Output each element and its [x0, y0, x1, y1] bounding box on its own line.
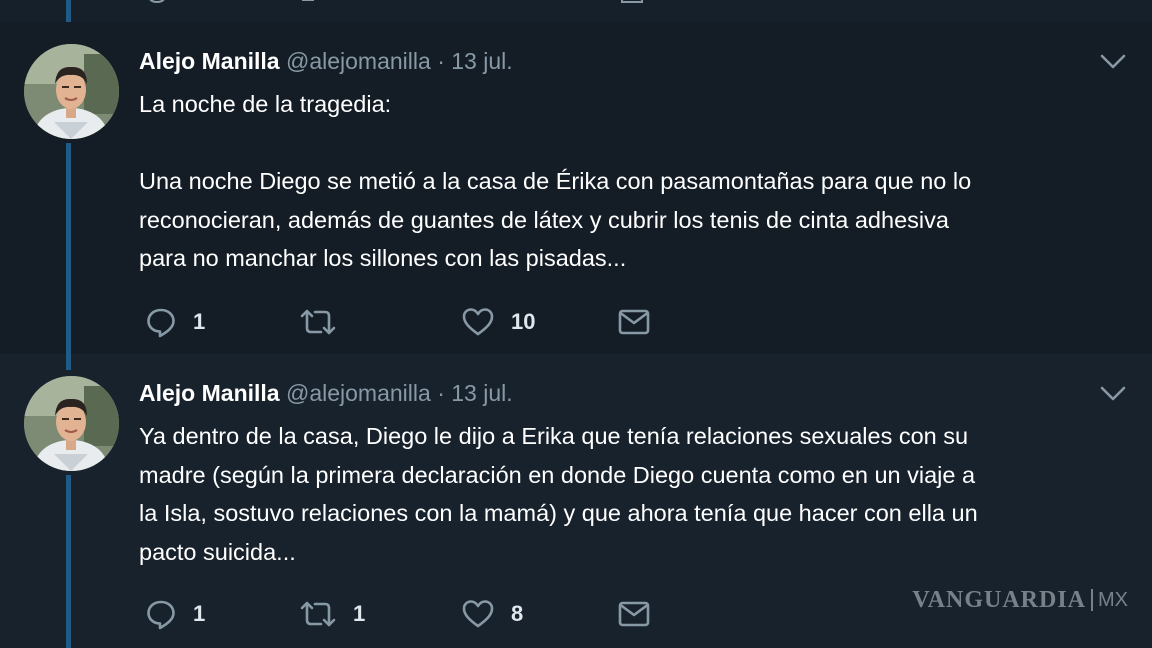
like-count: 8	[511, 601, 524, 626]
tweet-text-line: para no manchar los sillones con las pis…	[139, 245, 627, 271]
avatar[interactable]	[24, 44, 119, 139]
chevron-down-icon[interactable]	[1098, 50, 1128, 72]
reply-count: 1	[193, 309, 206, 334]
reply-icon	[147, 308, 175, 338]
tweet-text: Ya dentro de la casa, Diego le dijo a Er…	[139, 417, 1129, 571]
chevron-down-icon[interactable]	[1098, 382, 1128, 404]
twitter-thread-screenshot: Alejo Manilla @alejomanilla · 13 jul. La…	[0, 0, 1152, 648]
author-handle[interactable]: @alejomanilla	[286, 48, 431, 74]
tweet-text-line: madre (según la primera declaración en d…	[139, 461, 976, 488]
retweet-button[interactable]: 1	[299, 594, 365, 634]
reply-icon[interactable]	[145, 0, 169, 6]
direct-message-icon	[618, 601, 650, 627]
reply-icon	[147, 600, 175, 630]
separator-dot: ·	[437, 48, 445, 74]
avatar[interactable]	[24, 376, 119, 471]
retweet-count: 1	[353, 601, 366, 626]
tweet-2[interactable]: Alejo Manilla @alejomanilla · 13 jul. Ya…	[0, 354, 1152, 648]
like-button[interactable]: 10	[461, 302, 535, 342]
author-name[interactable]: Alejo Manilla	[139, 380, 280, 406]
direct-message-icon[interactable]	[620, 0, 644, 6]
watermark-brand: VANGUARDIA	[912, 586, 1086, 613]
thread-connector-line	[66, 475, 71, 648]
tweet-1[interactable]: Alejo Manilla @alejomanilla · 13 jul. La…	[0, 22, 1152, 354]
direct-message-icon	[618, 309, 650, 335]
heart-icon[interactable]	[462, 0, 486, 6]
retweet-icon[interactable]	[300, 0, 324, 6]
profile-photo	[24, 376, 119, 471]
tweet-text-line: la Isla, sostuvo relaciones con la mamá)…	[139, 500, 978, 526]
separator-dot: ·	[437, 380, 445, 406]
tweet-actions: 1 1 8	[139, 594, 679, 634]
thread-connector-line	[66, 143, 71, 370]
heart-icon	[462, 600, 494, 628]
retweet-icon	[300, 309, 336, 335]
watermark-divider	[1091, 589, 1093, 611]
direct-message-button[interactable]	[617, 302, 651, 342]
tweet-text-line: La noche de la tragedia:	[139, 91, 392, 117]
tweet-text-line: reconocieran, además de guantes de látex…	[139, 206, 949, 233]
author-handle[interactable]: @alejomanilla	[286, 380, 431, 406]
reply-button[interactable]: 1	[145, 594, 205, 634]
reply-count: 1	[193, 601, 206, 626]
tweet-header: Alejo Manilla @alejomanilla · 13 jul.	[139, 44, 513, 78]
like-button[interactable]: 8	[461, 594, 523, 634]
thread-connector-line	[66, 0, 71, 22]
watermark-suffix: MX	[1098, 588, 1128, 611]
tweet-text-line: Una noche Diego se metió a la casa de Ér…	[139, 168, 972, 194]
previous-tweet-actions-strip	[0, 0, 1152, 22]
retweet-button[interactable]	[299, 302, 353, 342]
heart-icon	[462, 308, 494, 336]
like-count: 10	[511, 309, 536, 334]
author-name[interactable]: Alejo Manilla	[139, 48, 280, 74]
tweet-header: Alejo Manilla @alejomanilla · 13 jul.	[139, 376, 513, 410]
tweet-text-line: Ya dentro de la casa, Diego le dijo a Er…	[139, 423, 969, 449]
tweet-text-line: pacto suicida...	[139, 538, 296, 565]
direct-message-button[interactable]	[617, 594, 651, 634]
tweet-text: La noche de la tragedia: Una noche Diego…	[139, 85, 1129, 278]
profile-photo	[24, 44, 119, 139]
vanguardia-watermark: VANGUARDIA MX	[912, 586, 1128, 614]
tweet-actions: 1 10	[139, 302, 679, 342]
tweet-date[interactable]: 13 jul.	[451, 48, 512, 74]
tweet-date[interactable]: 13 jul.	[451, 380, 512, 406]
reply-button[interactable]: 1	[145, 302, 205, 342]
retweet-icon	[300, 601, 336, 627]
